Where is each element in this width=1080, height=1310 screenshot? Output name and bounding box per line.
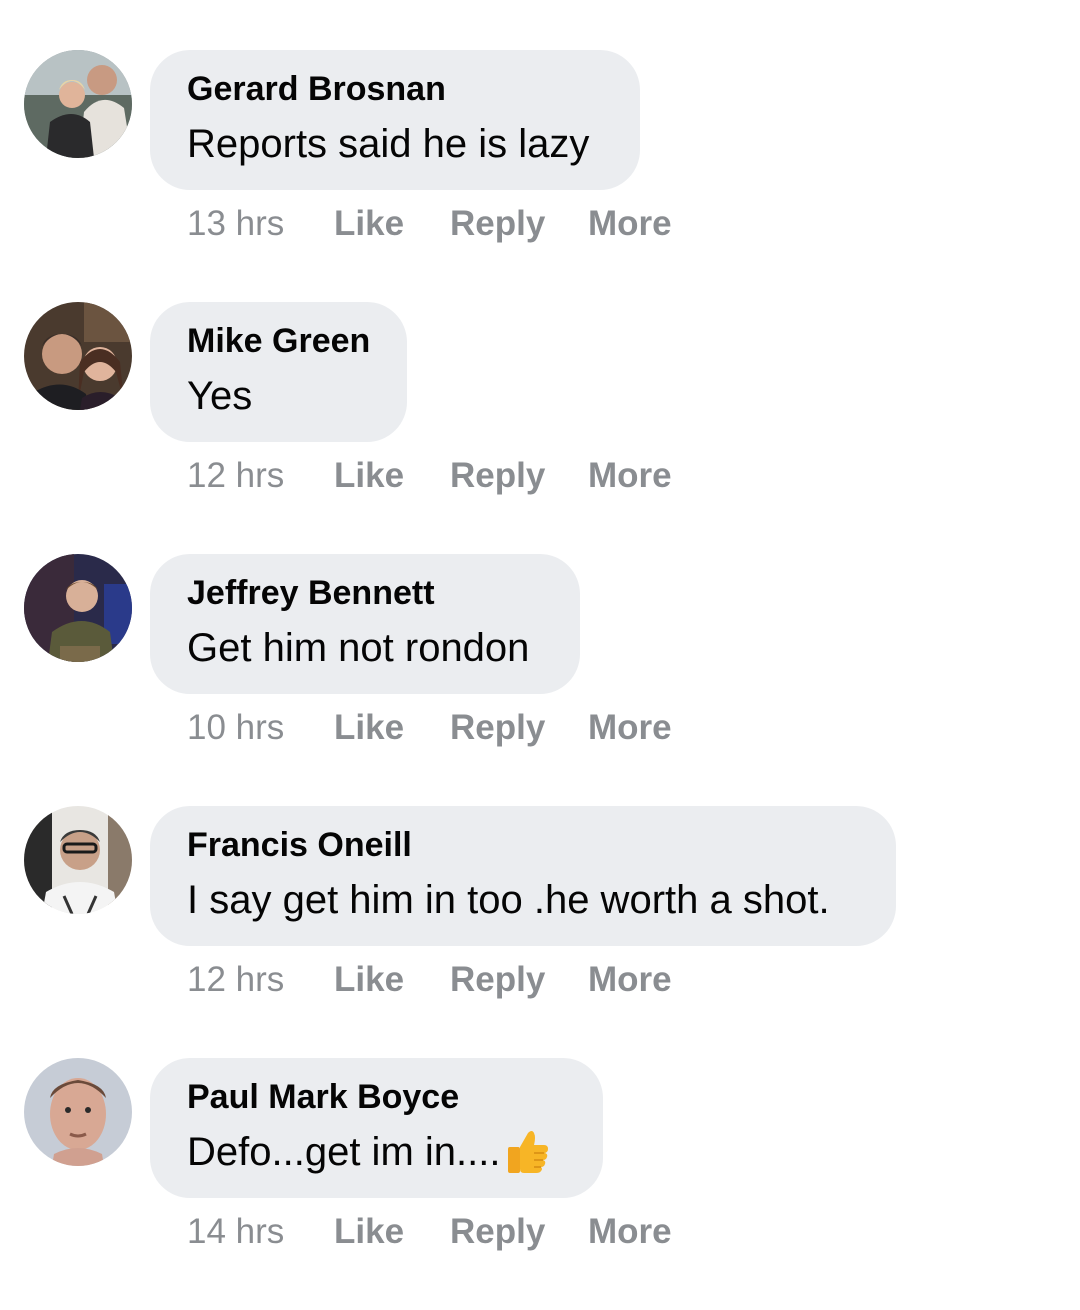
comment-author[interactable]: Francis Oneill [187,824,860,866]
more-button[interactable]: More [588,958,672,1002]
comment-bubble: Gerard Brosnan Reports said he is lazy [150,50,640,190]
comment-text-content: Defo...get im in.... [187,1130,501,1174]
comment-timestamp[interactable]: 12 hrs [187,454,284,498]
comment-text-content: Yes [187,374,253,418]
comment-text: Defo...get im in.... [187,1126,567,1178]
avatar[interactable] [24,554,132,662]
like-button[interactable]: Like [334,1210,404,1254]
comment-author[interactable]: Jeffrey Bennett [187,572,544,614]
reply-button[interactable]: Reply [450,202,545,246]
reply-button[interactable]: Reply [450,958,545,1002]
comment: Jeffrey Bennett Get him not rondon 10 hr… [0,554,1080,806]
comment: Gerard Brosnan Reports said he is lazy 1… [0,50,1080,302]
comment: Mike Green Yes 12 hrs Like Reply More [0,302,1080,554]
avatar[interactable] [24,50,132,158]
more-button[interactable]: More [588,454,672,498]
reply-button[interactable]: Reply [450,454,545,498]
comment-timestamp[interactable]: 12 hrs [187,958,284,1002]
more-button[interactable]: More [588,706,672,750]
comment-author[interactable]: Paul Mark Boyce [187,1076,567,1118]
comment-text: I say get him in too .he worth a shot. [187,874,860,926]
comment-timestamp[interactable]: 13 hrs [187,202,284,246]
reply-button[interactable]: Reply [450,706,545,750]
comment-author[interactable]: Gerard Brosnan [187,68,604,110]
more-button[interactable]: More [588,1210,672,1254]
thumbs-up-icon [506,1129,549,1175]
comment-bubble: Francis Oneill I say get him in too .he … [150,806,896,946]
comment-timestamp[interactable]: 10 hrs [187,706,284,750]
comment-text: Reports said he is lazy [187,118,604,170]
more-button[interactable]: More [588,202,672,246]
comment-bubble: Jeffrey Bennett Get him not rondon [150,554,580,694]
like-button[interactable]: Like [334,454,404,498]
like-button[interactable]: Like [334,706,404,750]
comment-text-content: Reports said he is lazy [187,122,590,166]
comment-text: Yes [187,370,371,422]
comment-text-content: Get him not rondon [187,626,530,670]
like-button[interactable]: Like [334,958,404,1002]
reply-button[interactable]: Reply [450,1210,545,1254]
comment-author[interactable]: Mike Green [187,320,371,362]
comment: Francis Oneill I say get him in too .he … [0,806,1080,1058]
avatar[interactable] [24,302,132,410]
comment: Paul Mark Boyce Defo...get im in.... 14 … [0,1058,1080,1310]
avatar[interactable] [24,1058,132,1166]
like-button[interactable]: Like [334,202,404,246]
comment-bubble: Mike Green Yes [150,302,407,442]
comment-text: Get him not rondon [187,622,544,674]
comment-bubble: Paul Mark Boyce Defo...get im in.... [150,1058,603,1198]
avatar[interactable] [24,806,132,914]
comment-text-content: I say get him in too .he worth a shot. [187,878,830,922]
comment-timestamp[interactable]: 14 hrs [187,1210,284,1254]
